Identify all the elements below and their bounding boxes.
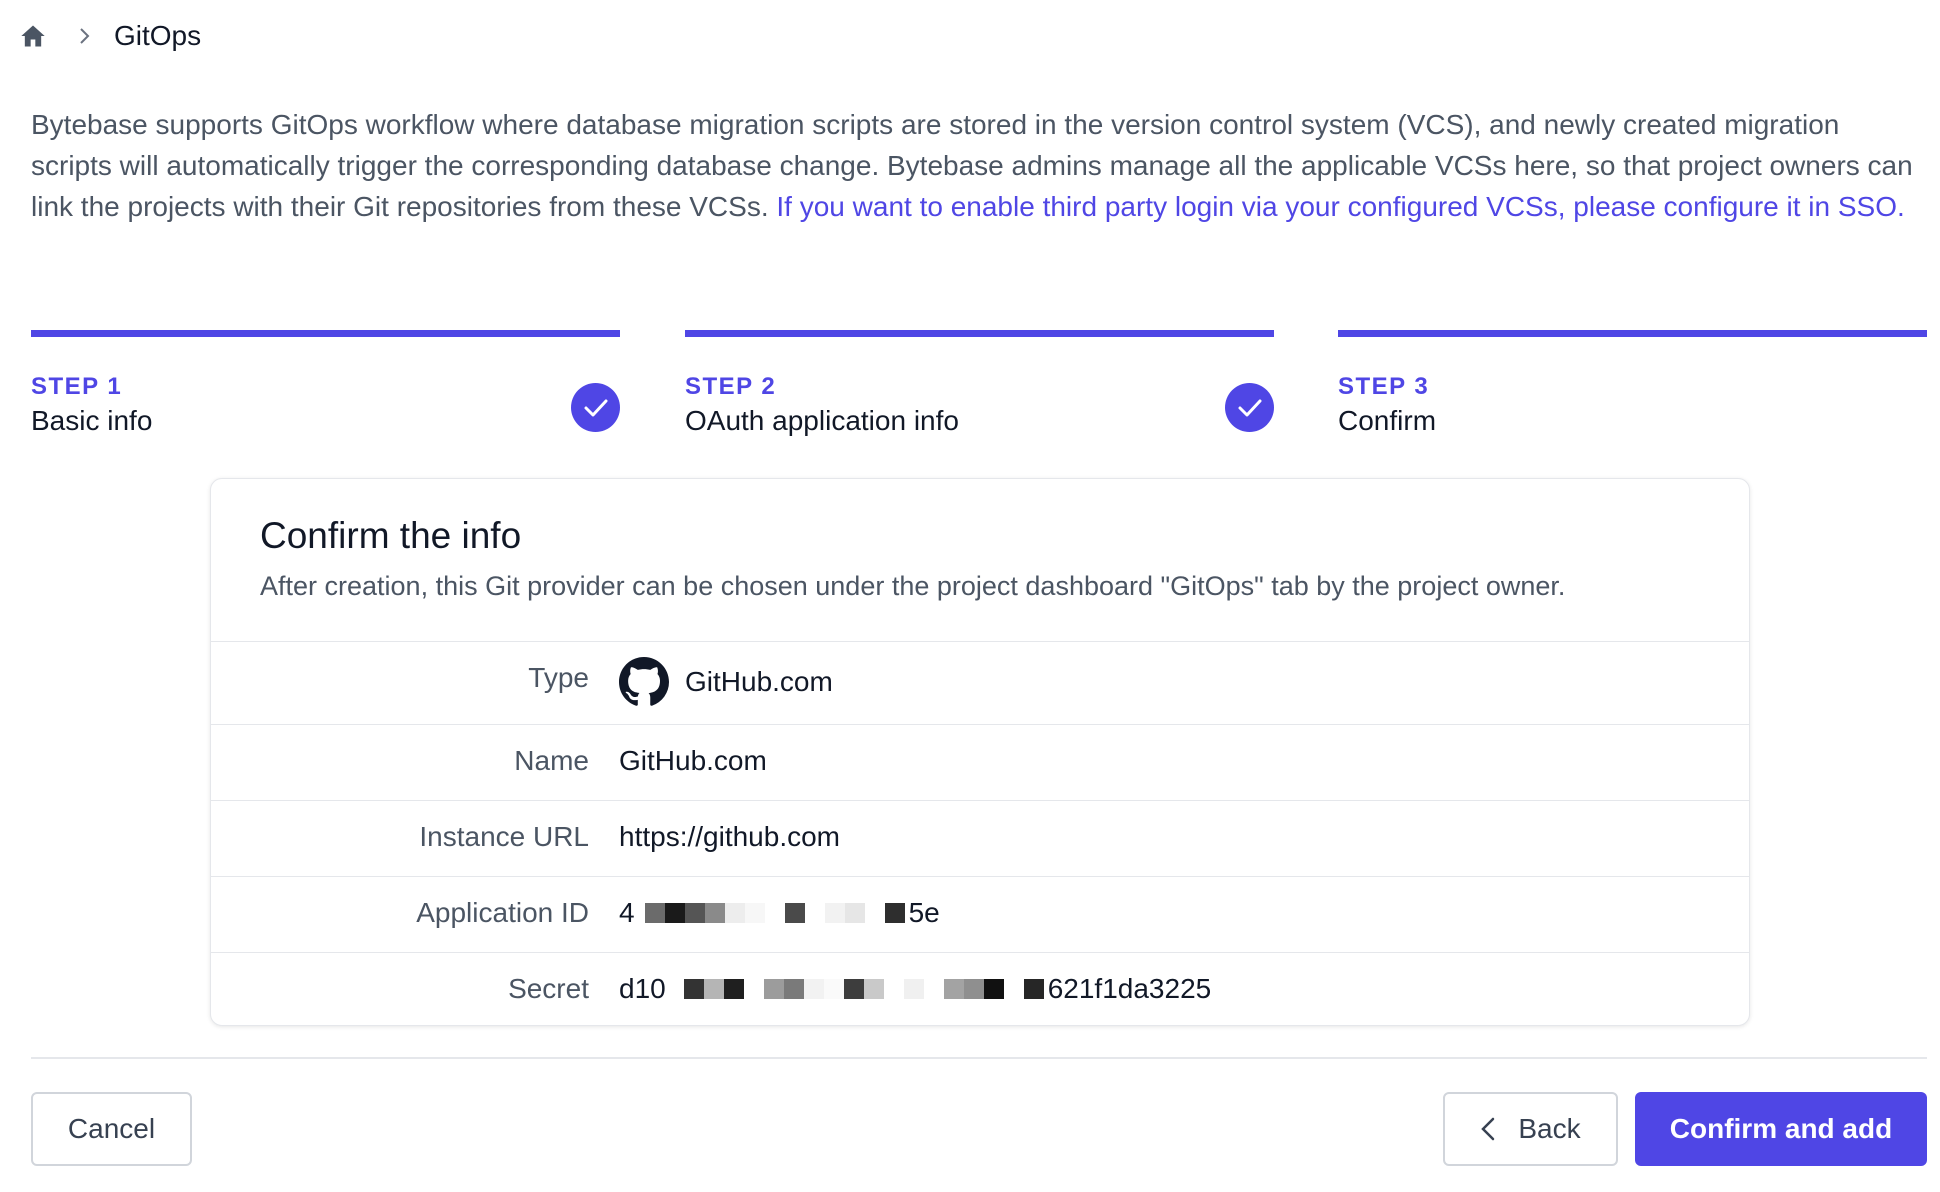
step-title: OAuth application info xyxy=(685,405,959,436)
breadcrumb-current: GitOps xyxy=(114,20,202,51)
step-number: STEP 3 xyxy=(1338,373,1430,400)
redacted-value xyxy=(644,903,905,923)
sso-link[interactable]: If you want to enable third party login … xyxy=(776,191,1904,222)
row-label: Type xyxy=(528,662,589,693)
info-row-instance-url: Instance URL https://github.com xyxy=(211,801,1749,877)
chevron-left-icon xyxy=(1480,1117,1504,1141)
info-row-name: Name GitHub.com xyxy=(211,725,1749,801)
card-title: Confirm the info xyxy=(260,515,522,556)
name-value: GitHub.com xyxy=(619,745,767,776)
step-1[interactable]: STEP 1 Basic info xyxy=(31,330,620,438)
value-suffix: 621f1da3225 xyxy=(1047,973,1212,1004)
type-value: GitHub.com xyxy=(685,666,833,697)
card-header: Confirm the info After creation, this Gi… xyxy=(211,479,1749,642)
home-icon[interactable] xyxy=(18,21,48,51)
info-row-secret: Secret d10 621f1da3225 xyxy=(211,953,1749,1025)
step-progress-bar xyxy=(685,330,1274,337)
step-2[interactable]: STEP 2 OAuth application info xyxy=(685,330,1274,438)
instance-url-value: https://github.com xyxy=(619,821,841,852)
step-progress-bar xyxy=(31,330,620,337)
application-id-value: 4 5e xyxy=(619,897,940,929)
step-number: STEP 2 xyxy=(685,373,777,400)
secret-value: d10 621f1da3225 xyxy=(619,973,1211,1005)
step-title: Basic info xyxy=(31,405,153,436)
card-subtitle: After creation, this Git provider can be… xyxy=(260,571,1566,601)
cancel-button[interactable]: Cancel xyxy=(31,1092,192,1166)
step-progress-bar xyxy=(1338,330,1927,337)
check-icon xyxy=(1225,383,1274,432)
step-3[interactable]: STEP 3 Confirm xyxy=(1338,330,1927,438)
breadcrumb: GitOps xyxy=(18,16,201,56)
back-button[interactable]: Back xyxy=(1443,1092,1618,1166)
github-icon xyxy=(619,657,669,707)
redacted-value xyxy=(683,979,1044,999)
step-number: STEP 1 xyxy=(31,373,123,400)
check-icon xyxy=(571,383,620,432)
info-row-application-id: Application ID 4 5e xyxy=(211,877,1749,953)
confirm-and-add-button[interactable]: Confirm and add xyxy=(1635,1092,1927,1166)
chevron-right-icon xyxy=(78,27,96,45)
info-row-type: Type GitHub.com xyxy=(211,642,1749,725)
value-suffix: 5e xyxy=(908,897,940,928)
step-title: Confirm xyxy=(1338,405,1437,436)
row-label: Name xyxy=(514,745,589,776)
row-label: Application ID xyxy=(416,897,589,928)
row-label: Secret xyxy=(508,973,589,1004)
row-label: Instance URL xyxy=(419,821,589,852)
row-value: GitHub.com xyxy=(619,657,833,707)
value-prefix: 4 xyxy=(619,897,635,928)
value-prefix: d10 xyxy=(619,973,666,1004)
confirm-card: Confirm the info After creation, this Gi… xyxy=(210,478,1750,1026)
intro-text: Bytebase supports GitOps workflow where … xyxy=(31,104,1916,227)
back-button-label: Back xyxy=(1518,1113,1581,1144)
footer-divider xyxy=(31,1057,1927,1059)
